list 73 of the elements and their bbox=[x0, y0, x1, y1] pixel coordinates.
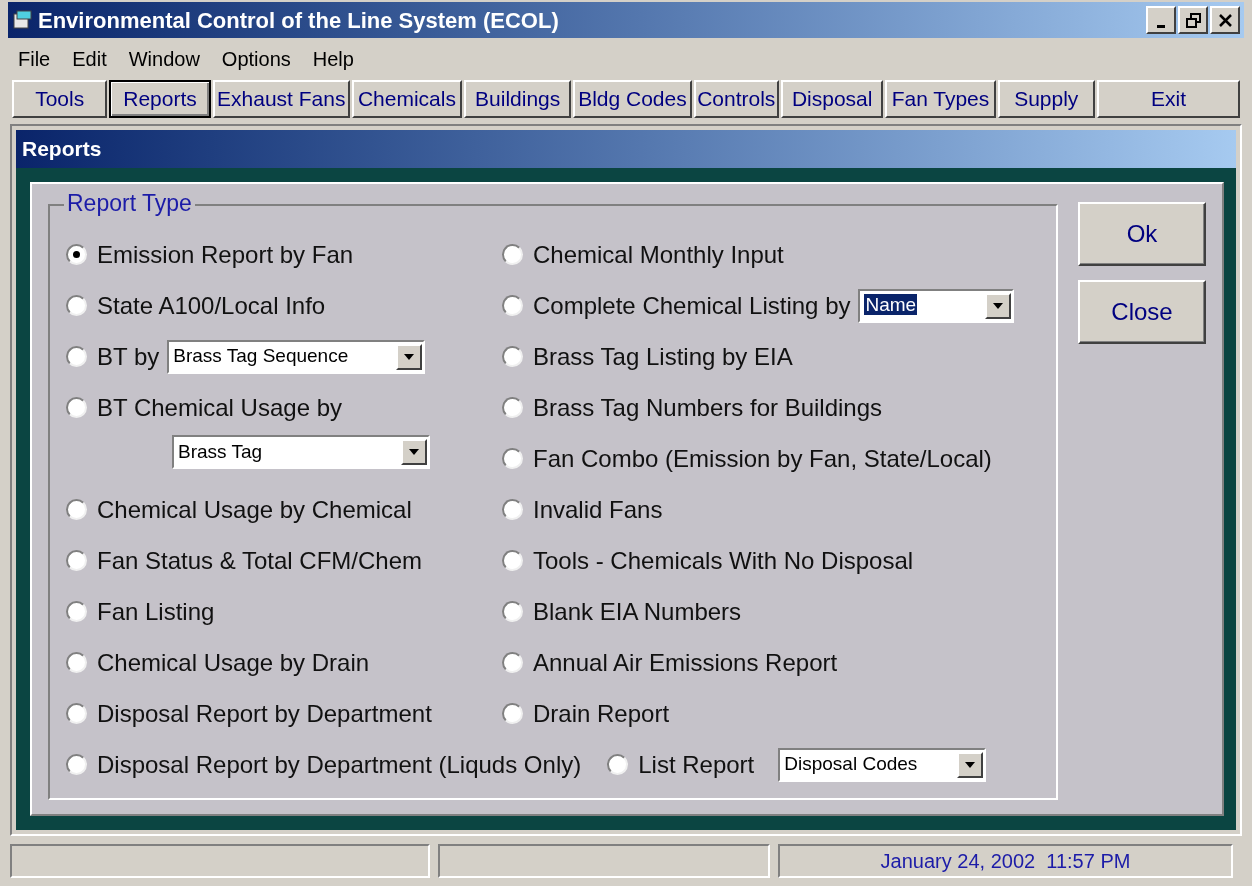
toolbar-button[interactable]: Controls bbox=[693, 80, 779, 118]
radio-label[interactable]: Fan Combo (Emission by Fan, State/Local) bbox=[533, 440, 992, 477]
radio-button[interactable] bbox=[502, 703, 523, 724]
radio-button[interactable] bbox=[66, 397, 87, 418]
radio-label[interactable]: Fan Listing bbox=[97, 593, 215, 630]
radio-button[interactable] bbox=[66, 652, 87, 673]
toolbar-button[interactable]: Exhaust Fans bbox=[212, 80, 350, 118]
radio-label[interactable]: Annual Air Emissions Report bbox=[533, 644, 838, 681]
radio-button[interactable] bbox=[66, 346, 87, 367]
radio-label[interactable]: Invalid Fans bbox=[533, 491, 663, 528]
radio-button[interactable] bbox=[607, 754, 629, 775]
toolbar-button[interactable]: Exit bbox=[1096, 80, 1240, 118]
radio-button[interactable] bbox=[502, 244, 523, 265]
radio-button[interactable] bbox=[502, 397, 523, 418]
menu-item[interactable]: Edit bbox=[64, 44, 115, 74]
radio-label[interactable]: Blank EIA Numbers bbox=[533, 593, 742, 630]
dropdown[interactable]: Brass Tag bbox=[172, 435, 430, 469]
toolbar-button[interactable]: Fan Types bbox=[885, 80, 996, 118]
menu-item[interactable]: File bbox=[10, 44, 59, 74]
radio-label[interactable]: Disposal Report by Department (Liquds Only) bbox=[97, 746, 582, 783]
close-button[interactable] bbox=[1210, 6, 1240, 34]
toolbar-button[interactable]: Bldg Codes bbox=[573, 80, 692, 118]
minimize-button[interactable] bbox=[1146, 6, 1176, 34]
dialog-button[interactable]: Close bbox=[1078, 280, 1206, 344]
radio-label[interactable]: Drain Report bbox=[533, 695, 670, 732]
toolbar-button[interactable]: Supply bbox=[997, 80, 1095, 118]
radio-label[interactable]: Brass Tag Listing by EIA bbox=[533, 338, 793, 375]
radio-button[interactable] bbox=[502, 295, 523, 316]
radio-button[interactable] bbox=[502, 448, 523, 469]
radio-label[interactable]: State A100/Local Info bbox=[97, 287, 326, 324]
toolbar-button[interactable]: Chemicals bbox=[351, 80, 463, 118]
radio-label[interactable]: BT by bbox=[97, 338, 160, 375]
dropdown[interactable]: Brass Tag Sequence bbox=[167, 339, 426, 374]
radio-label[interactable]: Fan Status & Total CFM/Chem bbox=[97, 542, 422, 579]
radio-button[interactable] bbox=[502, 652, 523, 673]
radio-button[interactable] bbox=[66, 295, 87, 316]
radio-button[interactable] bbox=[66, 244, 87, 265]
radio-label[interactable]: Brass Tag Numbers for Buildings bbox=[533, 389, 883, 426]
toolbar-button[interactable]: Reports bbox=[109, 80, 211, 118]
radio-button[interactable] bbox=[66, 499, 87, 520]
app-icon bbox=[12, 9, 34, 31]
radio-label[interactable]: List Report bbox=[638, 746, 755, 783]
radio-label[interactable]: Disposal Report by Department bbox=[97, 695, 432, 732]
radio-button[interactable] bbox=[502, 346, 523, 367]
radio-label[interactable]: Chemical Monthly Input bbox=[533, 236, 784, 273]
radio-label[interactable]: BT Chemical Usage by bbox=[97, 389, 342, 426]
status-text: January 24, 2002 11:57 PM bbox=[880, 849, 1131, 874]
radio-button[interactable] bbox=[502, 550, 523, 571]
radio-label[interactable]: Chemical Usage by Drain bbox=[97, 644, 370, 681]
toolbar-button[interactable]: Buildings bbox=[464, 80, 572, 118]
radio-label[interactable]: Tools - Chemicals With No Disposal bbox=[533, 542, 914, 579]
restore-icon bbox=[1183, 10, 1203, 30]
dropdown[interactable]: Name bbox=[858, 288, 1015, 323]
radio-button[interactable] bbox=[66, 601, 87, 622]
radio-button[interactable] bbox=[66, 754, 87, 775]
menu-item[interactable]: Help bbox=[304, 44, 362, 74]
menu-item[interactable]: Options bbox=[213, 44, 299, 74]
minimize-icon bbox=[1157, 24, 1165, 28]
dropdown[interactable]: Disposal Codes bbox=[778, 747, 987, 782]
radio-label[interactable]: Chemical Usage by Chemical bbox=[97, 491, 412, 528]
toolbar-button[interactable]: Tools bbox=[12, 80, 108, 118]
radio-label[interactable]: Emission Report by Fan bbox=[97, 236, 354, 273]
restore-button[interactable] bbox=[1178, 6, 1208, 34]
radio-label[interactable]: Complete Chemical Listing by bbox=[533, 287, 851, 324]
child-window-title: Reports bbox=[16, 130, 1236, 168]
dialog-button[interactable]: Ok bbox=[1078, 202, 1206, 266]
radio-button[interactable] bbox=[66, 703, 87, 724]
radio-button[interactable] bbox=[502, 601, 523, 622]
radio-button[interactable] bbox=[502, 499, 523, 520]
window-title: Environmental Control of the Line System (ECOL) bbox=[38, 6, 560, 35]
radio-button[interactable] bbox=[66, 550, 87, 571]
toolbar-button[interactable]: Disposal bbox=[781, 80, 884, 118]
menu-item[interactable]: Window bbox=[120, 44, 208, 74]
